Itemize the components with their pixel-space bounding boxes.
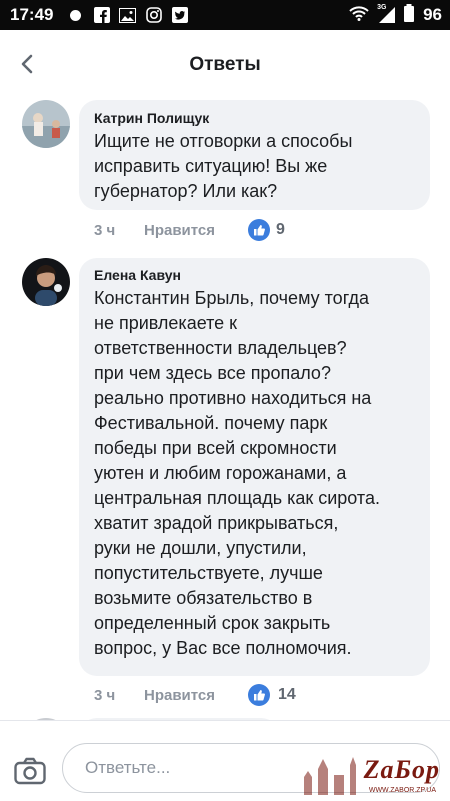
wifi-icon: [349, 5, 369, 26]
gallery-icon: [119, 7, 137, 24]
replies-list: Катрин Полищук Ищите не отговорки а спос…: [0, 100, 450, 720]
comment-time: 3 ч: [94, 687, 116, 704]
page-title: Ответы: [189, 54, 261, 75]
comment-author[interactable]: Елена Кавун: [94, 267, 181, 283]
signal-icon: 3G: [377, 4, 396, 23]
twitter-icon: [171, 7, 188, 24]
status-bar: 17:49 3G 96: [0, 0, 450, 30]
like-button[interactable]: Нравится: [144, 687, 215, 704]
status-system-icons: 3G 96: [349, 0, 442, 30]
avatar[interactable]: [22, 100, 70, 148]
battery-percent: 96: [423, 5, 442, 24]
watermark-url: WWW.ZABOR.ZP.UA: [368, 787, 436, 794]
network-type-label: 3G: [377, 4, 387, 11]
notification-dot-icon: [67, 7, 84, 24]
like-count: 14: [278, 686, 296, 703]
facebook-icon: [93, 7, 110, 24]
watermark-logo: ZaБор WWW.ZABOR.ZP.UA: [296, 747, 446, 797]
like-icon: [248, 219, 270, 241]
instagram-icon: [145, 7, 162, 24]
camera-icon[interactable]: [14, 757, 46, 785]
reply-composer: Ответьте... ZaБор WWW.ZABOR.ZP.UA: [0, 720, 450, 801]
status-notification-icons: [67, 7, 188, 24]
app-header: Ответы: [0, 30, 450, 100]
avatar[interactable]: [22, 258, 70, 306]
comment-text: Ищите не отговорки а способы исправить с…: [94, 131, 353, 201]
chevron-left-icon[interactable]: [16, 52, 40, 76]
comment-text: Константин Брыль, почему тогда не привле…: [94, 288, 380, 658]
comment-author[interactable]: Катрин Полищук: [94, 110, 209, 126]
status-time: 17:49: [10, 5, 54, 24]
like-button[interactable]: Нравится: [144, 222, 215, 239]
like-count: 9: [276, 221, 285, 238]
watermark-text: ZaБор: [363, 755, 440, 784]
comment-time: 3 ч: [94, 222, 116, 239]
battery-icon: [403, 3, 415, 27]
like-icon: [248, 684, 270, 706]
